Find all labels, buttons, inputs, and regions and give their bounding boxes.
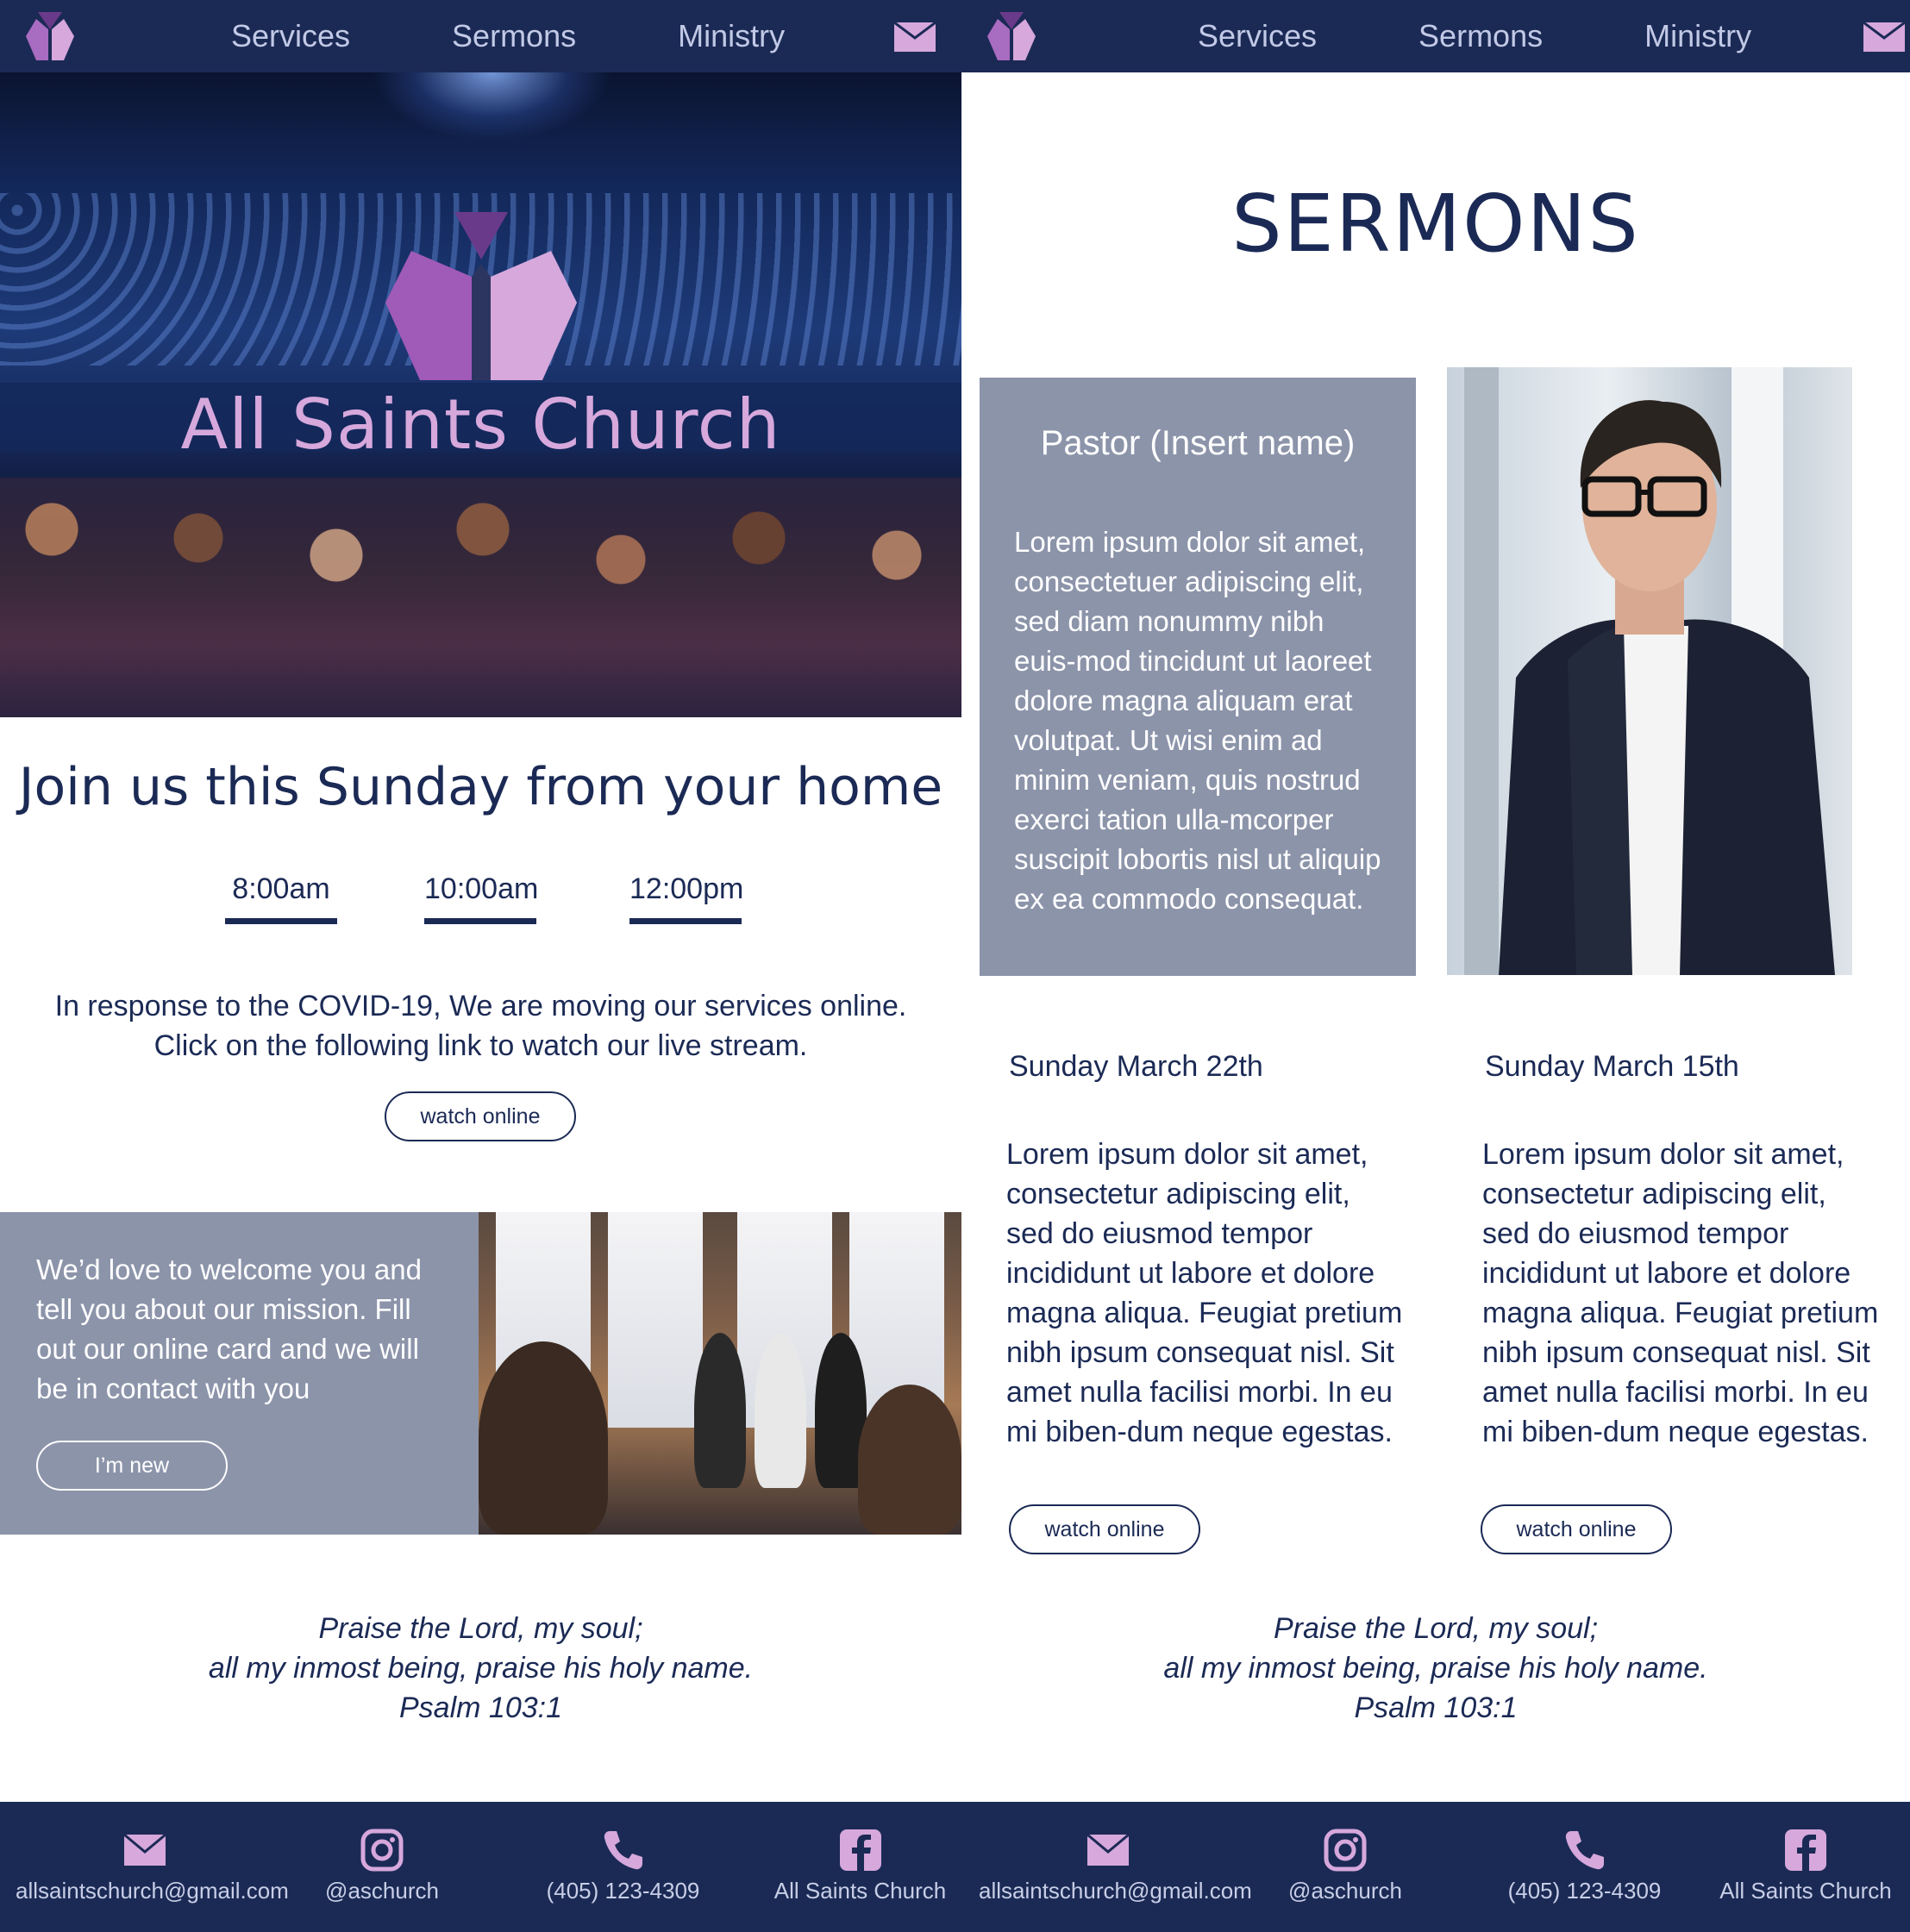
mail-icon[interactable] [894, 22, 936, 52]
top-nav: Services Sermons Ministry [0, 0, 961, 72]
phone-icon [604, 1831, 642, 1870]
time-underline [424, 918, 536, 924]
pastor-bio: Lorem ipsum dolor sit amet, consectetuer… [1014, 526, 1381, 915]
facebook-icon [839, 1829, 881, 1871]
person [694, 1333, 746, 1488]
watch-online-button[interactable]: watch online [1481, 1504, 1672, 1554]
verse-reference: Psalm 103:1 [399, 1691, 562, 1724]
worshippers-photo [0, 478, 961, 717]
person [858, 1385, 961, 1535]
church-name: All Saints Church [180, 385, 781, 465]
footer-instagram[interactable]: @aschurch [300, 1828, 464, 1904]
sermons-page-mockup: Services Sermons Ministry SERMONS Pastor… [961, 0, 1910, 1932]
pastor-photo [1447, 367, 1852, 975]
service-times: 8:00am 10:00am 12:00pm [0, 872, 961, 924]
instagram-icon [360, 1829, 404, 1872]
sermon-summary: Lorem ipsum dolor sit amet, consectetur … [1006, 1138, 1403, 1448]
footer-facebook[interactable]: All Saints Church [759, 1828, 961, 1904]
phone-icon [1565, 1831, 1604, 1870]
facebook-icon [1785, 1829, 1826, 1871]
watch-online-button[interactable]: watch online [1009, 1504, 1200, 1554]
mail-icon [123, 1833, 166, 1866]
verse-line: Praise the Lord, my soul; [318, 1612, 643, 1645]
welcome-text: We’d love to welcome you and tell you ab… [36, 1254, 422, 1404]
pastor-card: Pastor (Insert name) Lorem ipsum dolor s… [980, 378, 1416, 976]
sermon-date: Sunday March 22th [1009, 1050, 1263, 1083]
verse-reference: Psalm 103:1 [1354, 1691, 1518, 1724]
nav-link-sermons[interactable]: Sermons [1418, 18, 1543, 54]
stage-light [371, 72, 612, 141]
verse-line: all my inmost being, praise his holy nam… [1163, 1652, 1708, 1685]
footer-facebook[interactable]: All Saints Church [1706, 1828, 1905, 1904]
welcome-card: We’d love to welcome you and tell you ab… [0, 1212, 479, 1535]
footer: allsaintschurch@gmail.com @aschurch (405… [961, 1802, 1910, 1932]
service-time-label: 10:00am [424, 872, 539, 905]
bible-verse: Praise the Lord, my soul; all my inmost … [961, 1609, 1910, 1728]
footer-email[interactable]: allsaintschurch@gmail.com [16, 1828, 289, 1904]
service-time-label: 12:00pm [629, 872, 744, 905]
nav-link-sermons[interactable]: Sermons [452, 18, 576, 54]
service-time-tab[interactable]: 12:00pm [629, 872, 744, 924]
service-time-tab[interactable]: 8:00am [225, 872, 337, 924]
person [479, 1341, 608, 1535]
im-new-button[interactable]: I’m new [36, 1441, 228, 1491]
verse-line: all my inmost being, praise his holy nam… [208, 1652, 754, 1685]
service-time-label: 8:00am [232, 872, 330, 905]
nav-link-ministry[interactable]: Ministry [678, 18, 785, 54]
small-group-photo [479, 1212, 961, 1535]
instagram-icon [1324, 1829, 1367, 1872]
window [608, 1212, 703, 1428]
church-logo-large-icon [385, 212, 577, 380]
nav-link-services[interactable]: Services [1198, 18, 1317, 54]
hero-banner: All Saints Church [0, 72, 961, 717]
nav-link-ministry[interactable]: Ministry [1644, 18, 1751, 54]
footer-phone[interactable]: (405) 123-4309 [535, 1828, 711, 1904]
page-title: SERMONS [1231, 178, 1640, 270]
sermon-date: Sunday March 15th [1485, 1050, 1739, 1083]
time-underline [629, 918, 742, 924]
watch-online-button[interactable]: watch online [385, 1091, 576, 1141]
footer-email[interactable]: allsaintschurch@gmail.com [979, 1828, 1252, 1904]
mail-icon[interactable] [1863, 22, 1905, 52]
footer-phone[interactable]: (405) 123-4309 [1496, 1828, 1673, 1904]
pastor-name: Pastor (Insert name) [1040, 424, 1356, 462]
footer-instagram[interactable]: @aschurch [1263, 1828, 1427, 1904]
join-heading: Join us this Sunday from your home [18, 757, 943, 817]
home-page-mockup: Services Sermons Ministry All Saints Chu… [0, 0, 961, 1932]
covid-notice: In response to the COVID-19, We are movi… [54, 990, 907, 1062]
top-nav: Services Sermons Ministry [961, 0, 1910, 72]
time-underline [225, 918, 337, 924]
church-logo-icon[interactable] [984, 10, 1039, 62]
sermon-summary: Lorem ipsum dolor sit amet, consectetur … [1482, 1138, 1879, 1448]
mail-icon [1087, 1833, 1130, 1866]
footer: allsaintschurch@gmail.com @aschurch (405… [0, 1802, 961, 1932]
bible-verse: Praise the Lord, my soul; all my inmost … [0, 1609, 961, 1728]
service-time-tab[interactable]: 10:00am [424, 872, 539, 924]
nav-link-services[interactable]: Services [231, 18, 350, 54]
church-logo-icon[interactable] [22, 10, 78, 62]
pastor-portrait [1464, 367, 1835, 975]
person [755, 1333, 806, 1488]
verse-line: Praise the Lord, my soul; [1273, 1612, 1599, 1645]
